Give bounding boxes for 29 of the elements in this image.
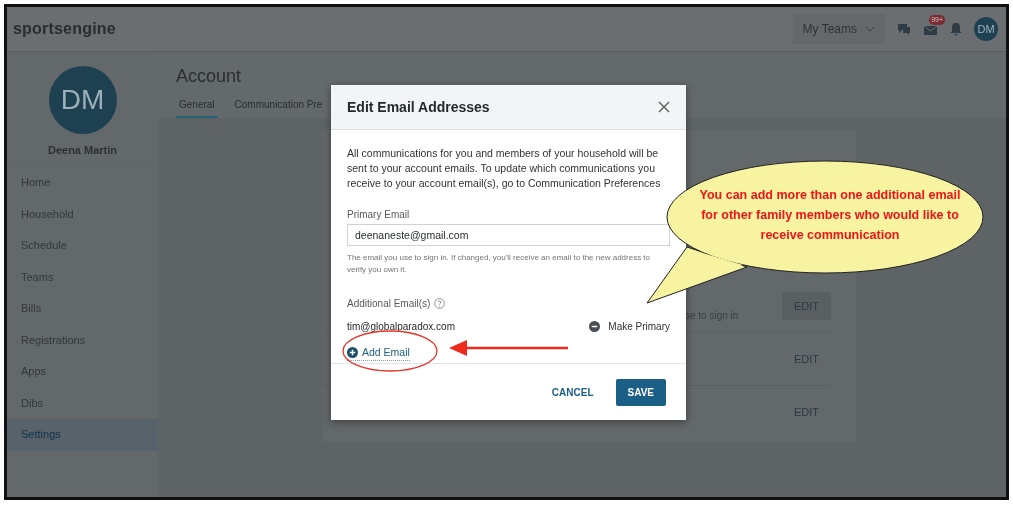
add-email-link[interactable]: Add Email <box>347 346 410 361</box>
chevron-down-icon <box>865 26 875 32</box>
field-label: Additional Email(s) <box>347 298 431 309</box>
help-icon[interactable] <box>434 298 446 309</box>
close-icon[interactable] <box>658 101 670 113</box>
minus-circle-icon <box>589 321 601 332</box>
dialog-description: All communications for you and members of your household will be sent to your account emails. To update which communications you receive to your account email(s), go to Communication Preferences <box>347 146 662 191</box>
edit-button[interactable]: EDIT <box>781 398 831 426</box>
field-label: Primary Email <box>347 209 411 220</box>
user-avatar[interactable]: DM <box>974 17 998 41</box>
plus-circle-icon <box>347 346 358 358</box>
user-name: Deena Martin <box>47 144 118 156</box>
sidebar-item[interactable]: Settings <box>7 419 158 451</box>
field-hint: The email you use to sign in. If changed, you'll receive an email to the new address to verify you own it. <box>347 252 652 276</box>
logo[interactable]: sportsengine <box>13 20 116 38</box>
cancel-button[interactable]: CANCEL <box>539 378 606 406</box>
chat-icon[interactable] <box>897 22 911 36</box>
dialog-title: Edit Email Addresses <box>347 99 490 115</box>
profile-avatar: DM <box>48 66 117 134</box>
callout-text: You can add more than one additional email for other family members who would like to receive communication <box>699 187 961 244</box>
bell-icon[interactable] <box>950 22 962 36</box>
make-primary-button[interactable]: Make Primary <box>589 321 670 332</box>
page-title: Account <box>176 66 243 87</box>
tab[interactable]: General <box>176 95 218 118</box>
email-input-field[interactable]: deenaneste@gmail.com <box>347 224 670 246</box>
additional-email: tim@globalparadox.com <box>347 321 455 332</box>
save-button[interactable]: SAVE <box>615 378 666 406</box>
tab[interactable]: Communication Pre <box>231 95 326 118</box>
edit-button[interactable]: EDIT <box>781 345 831 373</box>
